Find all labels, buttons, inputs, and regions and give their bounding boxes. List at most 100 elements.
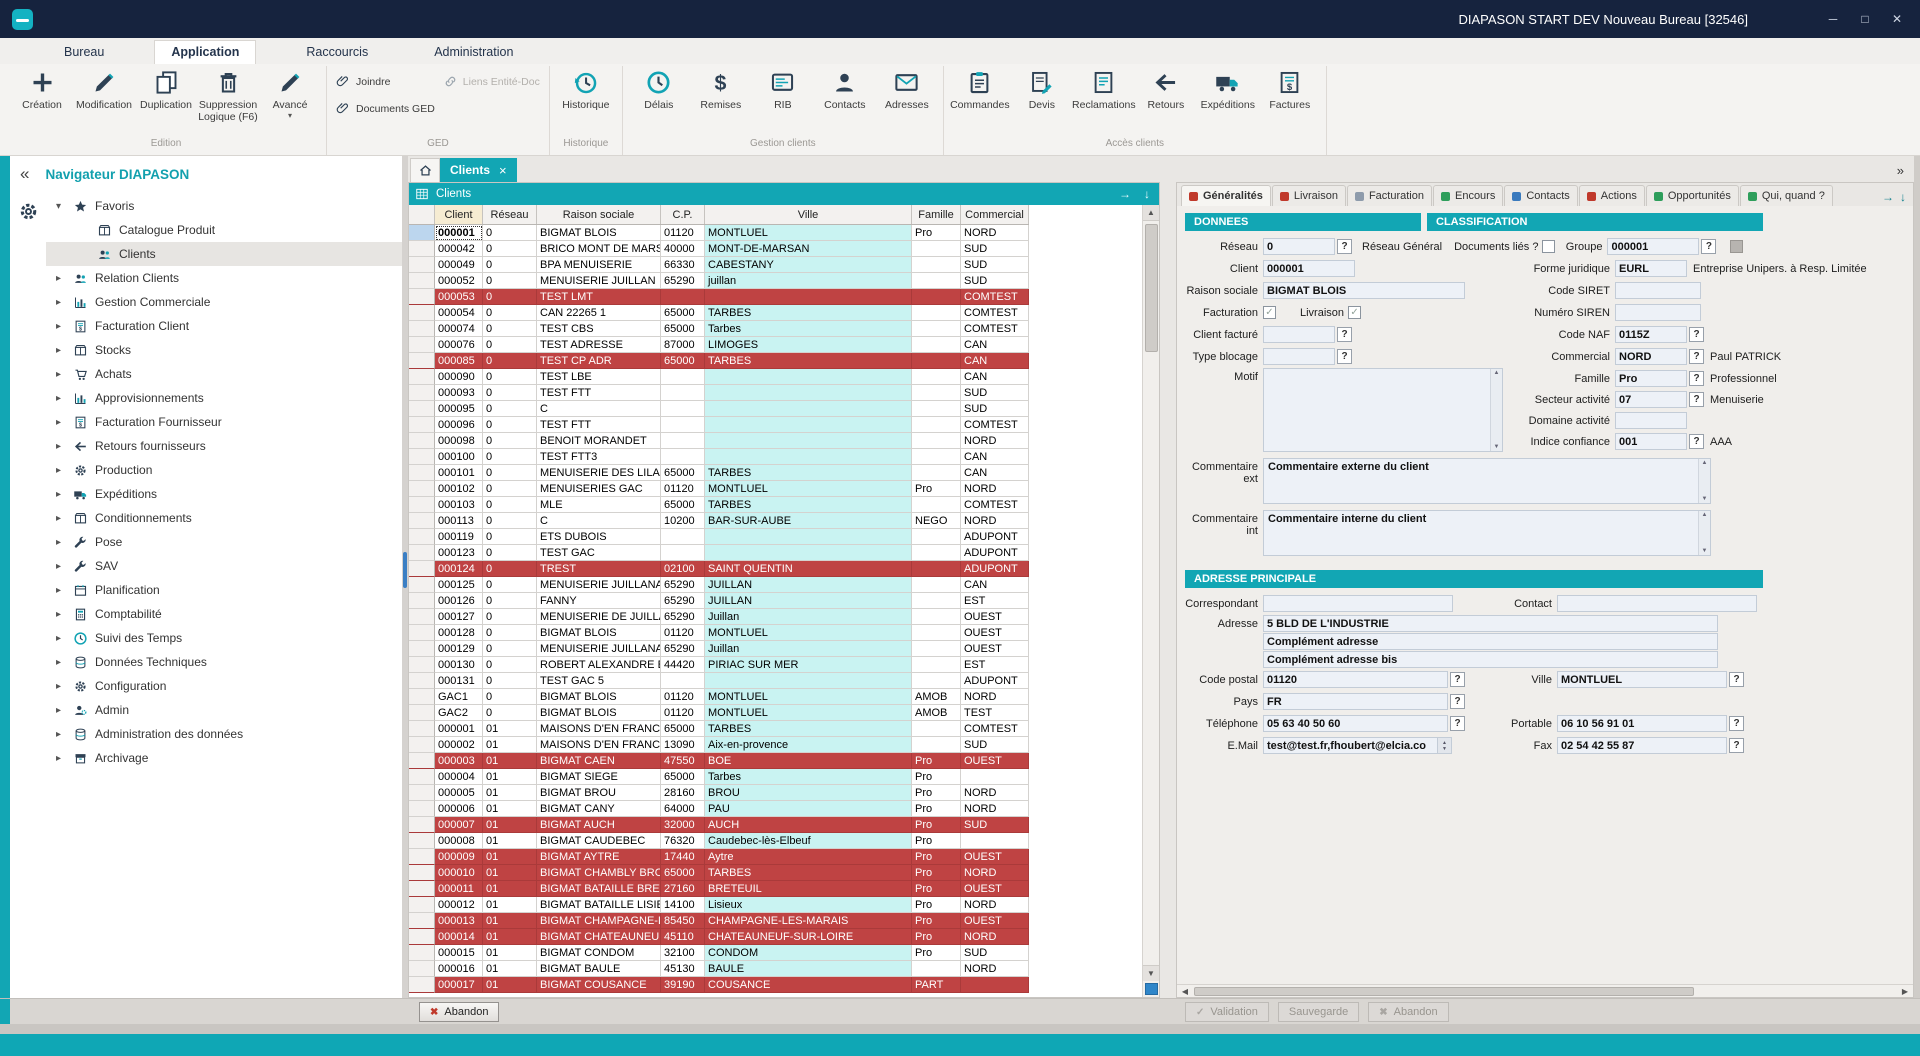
cell-client[interactable]: 000004 [435,769,483,785]
row-marker[interactable] [409,705,435,721]
cell-client[interactable]: 000113 [435,513,483,529]
cell-raison[interactable]: CAN 22265 1 [537,305,661,321]
ribbon-button-retours[interactable]: Retours [1135,66,1197,111]
cell-reseau[interactable]: 0 [483,369,537,385]
scroll-to-end-icon[interactable]: → [1116,187,1134,201]
table-row[interactable]: 0000900TEST LBECAN [409,369,1029,385]
cell-cp[interactable]: 85450 [661,913,705,929]
table-row[interactable]: 0000740TEST CBS65000TarbesCOMTEST [409,321,1029,337]
tab-overflow-button[interactable]: » [1887,163,1914,182]
table-row[interactable]: 00000801BIGMAT CAUDEBEC76320Caudebec-lès… [409,833,1029,849]
cell-client[interactable]: 000013 [435,913,483,929]
sidebar-item-achats[interactable]: ▸Achats [46,362,402,386]
numero-siren-input[interactable] [1615,304,1701,321]
cell-client[interactable]: 000129 [435,641,483,657]
cell-cp[interactable]: 40000 [661,241,705,257]
table-row[interactable]: 0000950CSUD [409,401,1029,417]
cell-ville[interactable]: MONTLUEL [705,225,912,241]
code-postal-help-button[interactable]: ? [1450,672,1465,687]
cell-ville[interactable]: AUCH [705,817,912,833]
table-row[interactable]: 0000960TEST FTTCOMTEST [409,417,1029,433]
ribbon-button-modification[interactable]: Modification [73,66,135,111]
row-marker[interactable] [409,961,435,977]
reseau-input[interactable] [1263,238,1335,255]
cell-client[interactable]: 000095 [435,401,483,417]
cell-cp[interactable] [661,449,705,465]
row-marker[interactable] [409,849,435,865]
cell-raison[interactable]: BIGMAT AYTRE [537,849,661,865]
cell-reseau[interactable]: 0 [483,305,537,321]
table-row[interactable]: 0000850TEST CP ADR65000TARBESCAN [409,353,1029,369]
row-marker[interactable] [409,241,435,257]
cell-famille[interactable] [912,385,961,401]
scroll-right-button[interactable]: ▶ [1897,987,1913,996]
cell-ville[interactable]: MONTLUEL [705,481,912,497]
cell-reseau[interactable]: 0 [483,577,537,593]
cell-commercial[interactable]: SUD [961,401,1029,417]
cell-raison[interactable]: BIGMAT CONDOM [537,945,661,961]
cell-reseau[interactable]: 01 [483,913,537,929]
motif-textarea[interactable]: ▲▼ [1263,368,1503,452]
sauvegarde-button[interactable]: Sauvegarde [1278,1002,1359,1022]
cell-cp[interactable] [661,529,705,545]
tab-clients[interactable]: Clients × [440,158,517,182]
pays-help-button[interactable]: ? [1450,694,1465,709]
table-row[interactable]: 0000420BRICO MONT DE MARSA40000MONT-DE-M… [409,241,1029,257]
ribbon-button-delais[interactable]: Délais [628,66,690,111]
table-row[interactable]: 0001280BIGMAT BLOIS01120MONTLUELOUEST [409,625,1029,641]
cell-client[interactable]: 000098 [435,433,483,449]
cell-reseau[interactable]: 0 [483,465,537,481]
gear-icon[interactable] [17,200,40,998]
menu-tab-administration[interactable]: Administration [418,41,529,64]
row-marker[interactable] [409,817,435,833]
cell-cp[interactable] [661,433,705,449]
indice-confiance-help-button[interactable]: ? [1689,434,1704,449]
client-facture-input[interactable] [1263,326,1335,343]
cell-cp[interactable] [661,545,705,561]
cell-famille[interactable] [912,577,961,593]
cell-ville[interactable]: MONT-DE-MARSAN [705,241,912,257]
cell-raison[interactable]: BRICO MONT DE MARSA [537,241,661,257]
table-row[interactable]: 0001310TEST GAC 5ADUPONT [409,673,1029,689]
row-marker[interactable] [409,785,435,801]
cell-commercial[interactable]: OUEST [961,849,1029,865]
cell-ville[interactable] [705,289,912,305]
cell-commercial[interactable]: NORD [961,961,1029,977]
cell-client[interactable]: 000042 [435,241,483,257]
scrollbar-corner-button[interactable] [1145,983,1158,995]
table-row[interactable]: 0001230TEST GACADUPONT [409,545,1029,561]
table-row[interactable]: 00001701BIGMAT COUSANCE39190COUSANCEPART [409,977,1029,993]
column-header-cp[interactable]: C.P. [661,205,705,224]
textarea-scrollbar[interactable]: ▲▼ [1698,511,1710,555]
row-marker[interactable] [409,353,435,369]
detail-tab-qui-quand[interactable]: Qui, quand ? [1740,185,1833,206]
table-row[interactable]: 0001260FANNY65290JUILLANEST [409,593,1029,609]
abandon-button-table[interactable]: ✖ Abandon [419,1002,499,1022]
sidebar-item-suivi-des-temps[interactable]: ▸Suivi des Temps [46,626,402,650]
cell-famille[interactable] [912,401,961,417]
cell-cp[interactable]: 44420 [661,657,705,673]
cell-client[interactable]: 000001 [435,225,483,241]
cell-raison[interactable]: BIGMAT BAULE [537,961,661,977]
cell-raison[interactable]: BIGMAT BLOIS [537,705,661,721]
ribbon-button-adresses[interactable]: Adresses [876,66,938,111]
cell-commercial[interactable]: COMTEST [961,497,1029,513]
table-row[interactable]: 0000490BPA MENUISERIE66330CABESTANYSUD [409,257,1029,273]
table-row[interactable]: 0001130C10200BAR-SUR-AUBENEGONORD [409,513,1029,529]
cell-cp[interactable]: 01120 [661,689,705,705]
cell-commercial[interactable]: NORD [961,513,1029,529]
cell-famille[interactable] [912,561,961,577]
sidebar-item-clients[interactable]: Clients [46,242,402,266]
sidebar-item-administration-des-donnees[interactable]: ▸Administration des données [46,722,402,746]
table-row[interactable]: 00001201BIGMAT BATAILLE LISIE14100Lisieu… [409,897,1029,913]
column-header-commercial[interactable]: Commercial [961,205,1029,224]
cell-reseau[interactable]: 01 [483,753,537,769]
ribbon-button-contacts[interactable]: Contacts [814,66,876,111]
cell-cp[interactable]: 45130 [661,961,705,977]
cell-reseau[interactable]: 0 [483,433,537,449]
cell-famille[interactable]: Pro [912,849,961,865]
row-marker[interactable] [409,417,435,433]
email-spinner[interactable]: ▲▼ [1438,737,1452,754]
row-marker[interactable] [409,577,435,593]
livraison-checkbox[interactable]: ✓ [1348,306,1361,319]
